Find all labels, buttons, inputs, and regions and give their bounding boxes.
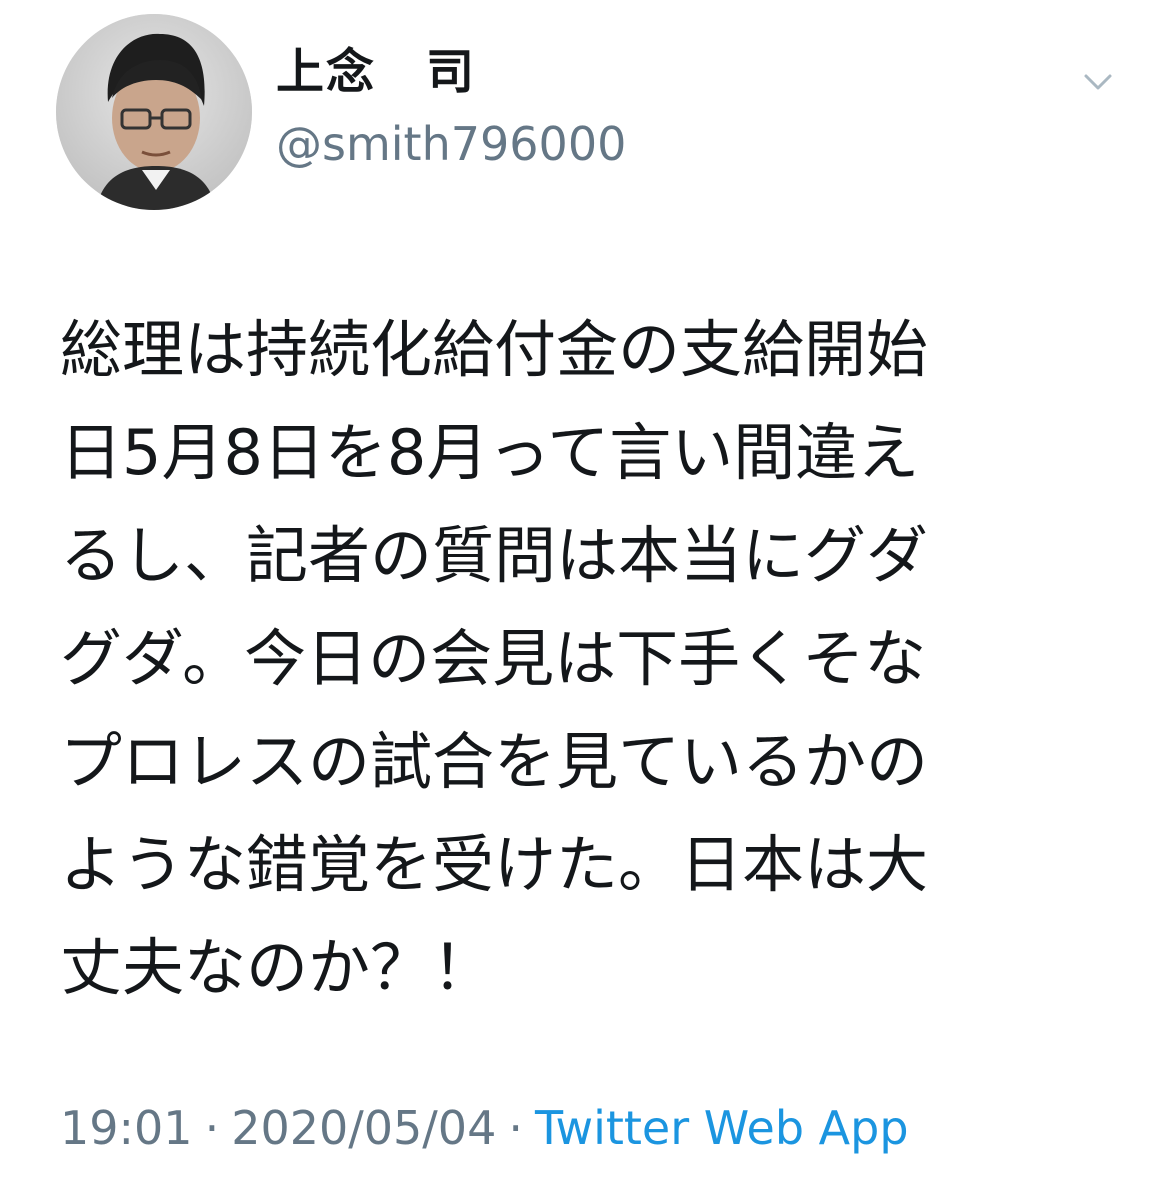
display-name[interactable]: 上念 司 xyxy=(276,40,476,104)
tweet-text-line: プロレスの試合を見ているかの xyxy=(60,725,929,798)
tweet-text-line: るし、記者の質問は本当にグダ xyxy=(60,519,929,592)
tweet-meta: 19:01 · 2020/05/04 · Twitter Web App xyxy=(60,1096,909,1160)
tweet-text-line: グダ。今日の会見は下手くそな xyxy=(60,622,927,695)
tweet-text-line: 総理は持続化給付金の支給開始 xyxy=(60,313,929,386)
tweet-card: 上念 司 @smith796000 総理は持続化給付金の支給開始 日5月8日を8… xyxy=(0,0,1166,1200)
tweet-date[interactable]: 2020/05/04 xyxy=(231,1101,496,1155)
chevron-down-icon xyxy=(1084,74,1112,90)
avatar-photo-icon xyxy=(56,14,252,210)
avatar[interactable] xyxy=(56,14,252,210)
tweet-text-line: 丈夫なのか？！ xyxy=(60,931,495,1004)
tweet-source-link[interactable]: Twitter Web App xyxy=(535,1101,909,1155)
meta-separator: · xyxy=(508,1101,523,1155)
tweet-time[interactable]: 19:01 xyxy=(60,1101,193,1155)
meta-separator: · xyxy=(204,1101,220,1155)
tweet-menu-button[interactable] xyxy=(1074,58,1122,106)
user-handle[interactable]: @smith796000 xyxy=(276,112,626,176)
tweet-text-line: ような錯覚を受けた。日本は大 xyxy=(60,828,929,901)
tweet-text: 総理は持続化給付金の支給開始 日5月8日を8月って言い間違え るし、記者の質問は… xyxy=(60,298,1060,1019)
tweet-text-line: 日5月8日を8月って言い間違え xyxy=(60,416,920,489)
